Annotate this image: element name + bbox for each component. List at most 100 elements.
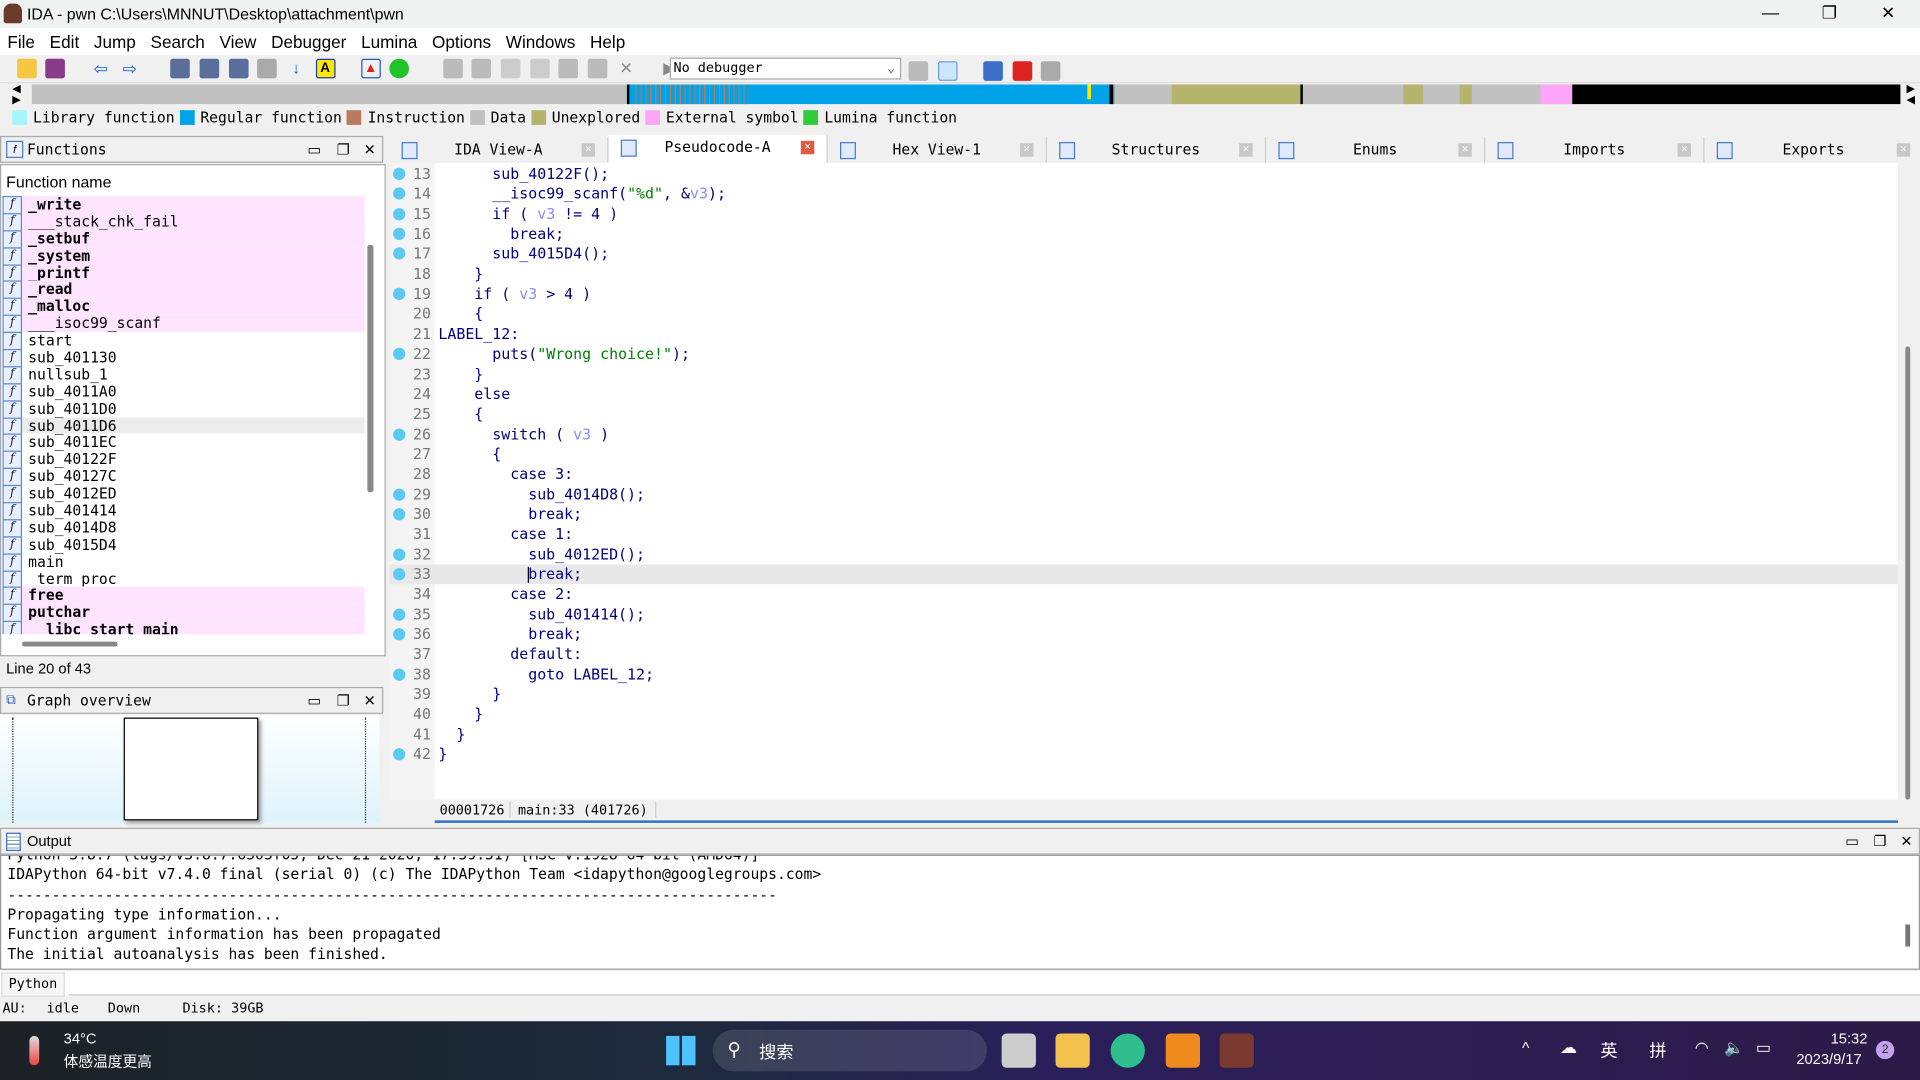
- float-icon[interactable]: ❐: [1873, 829, 1886, 853]
- breakpoint-dot-icon[interactable]: [393, 287, 406, 301]
- speaker-muted-icon[interactable]: 🔈: [1724, 1038, 1744, 1058]
- menu-search[interactable]: Search: [143, 28, 212, 52]
- breakpoint-dot-icon[interactable]: [393, 548, 406, 561]
- code-line[interactable]: 32 sub_4012ED();: [389, 544, 1898, 564]
- output-log[interactable]: Python 3.8.7 (tags/v3.8.7:6503f05, Dec 2…: [0, 854, 1920, 970]
- function-row[interactable]: f sub_4014D8: [2, 519, 364, 538]
- function-row[interactable]: f main: [2, 553, 364, 572]
- edge-dev-icon[interactable]: [1110, 1033, 1145, 1068]
- tab-close-icon[interactable]: ✕: [800, 140, 815, 155]
- code-line[interactable]: 17 sub_4015D4();: [389, 244, 1898, 264]
- maximize-icon[interactable]: ▭: [307, 688, 321, 712]
- function-row[interactable]: f _system: [2, 246, 365, 266]
- navigation-band[interactable]: [31, 84, 1901, 105]
- breakpoint-dot-icon[interactable]: [393, 608, 406, 621]
- close-icon[interactable]: ✕: [1900, 829, 1912, 853]
- tab-close-icon[interactable]: ✕: [1677, 143, 1692, 157]
- switch-debugger-icon[interactable]: [908, 61, 929, 81]
- code-line[interactable]: 16 break;: [389, 224, 1898, 244]
- breakpoint-dot-icon[interactable]: [393, 568, 406, 581]
- make-struct-icon[interactable]: [529, 58, 550, 79]
- code-line[interactable]: 27 {: [389, 444, 1898, 464]
- breakpoint-dot-icon[interactable]: [393, 187, 406, 201]
- code-line[interactable]: 36 break;: [389, 625, 1898, 645]
- function-row[interactable]: f _read: [2, 280, 365, 300]
- function-row[interactable]: f nullsub_1: [2, 366, 364, 385]
- function-row[interactable]: f _setbuf: [2, 229, 365, 249]
- close-icon[interactable]: ✕: [364, 137, 376, 161]
- code-line[interactable]: 19 if ( v3 > 4 ): [389, 284, 1898, 304]
- clock-date[interactable]: 2023/9/17: [1796, 1051, 1861, 1068]
- code-line[interactable]: 39 }: [389, 685, 1898, 705]
- minimize-button[interactable]: —: [1746, 2, 1795, 22]
- code-line[interactable]: 24 else: [389, 384, 1898, 404]
- attach-icon[interactable]: [937, 61, 958, 81]
- breakpoint-list-icon[interactable]: [983, 61, 1003, 81]
- code-line[interactable]: 35 sub_401414();: [389, 605, 1898, 625]
- notification-badge[interactable]: 2: [1875, 1040, 1895, 1060]
- tab-close-icon[interactable]: ✕: [1020, 143, 1034, 157]
- breakpoint-dot-icon[interactable]: [393, 347, 406, 361]
- breakpoint-dot-icon[interactable]: [393, 628, 406, 641]
- code-line[interactable]: 13 sub_40122F();: [389, 164, 1898, 184]
- code-line[interactable]: 31 case 1:: [389, 524, 1898, 544]
- close-button[interactable]: ✕: [1864, 2, 1913, 23]
- function-name-column-header[interactable]: Function name: [6, 173, 111, 191]
- breakpoint-dot-icon[interactable]: [393, 668, 406, 681]
- menu-jump[interactable]: Jump: [87, 28, 144, 52]
- breakpoint-dot-icon[interactable]: [393, 247, 406, 261]
- tab-imports[interactable]: Imports ✕: [1485, 137, 1705, 163]
- breakpoint-dot-icon[interactable]: [393, 207, 406, 221]
- function-row[interactable]: f putchar: [2, 604, 365, 623]
- python-command-input[interactable]: [68, 971, 1920, 996]
- binoculars-hex-icon[interactable]: [170, 58, 191, 79]
- close-icon[interactable]: ✕: [364, 688, 376, 712]
- ime-pinyin[interactable]: 拼: [1649, 1038, 1666, 1062]
- tab-hex-view-1[interactable]: Hex View-1 ✕: [827, 137, 1047, 163]
- graph-viewport[interactable]: [123, 717, 259, 821]
- maximize-icon[interactable]: ▭: [307, 137, 321, 161]
- maximize-icon[interactable]: ▭: [1845, 829, 1859, 853]
- menu-help[interactable]: Help: [583, 28, 633, 52]
- python-language-button[interactable]: Python: [1, 972, 65, 997]
- functions-horizontal-scrollbar[interactable]: [22, 641, 118, 647]
- binoculars-text-icon[interactable]: [199, 58, 220, 79]
- open-icon[interactable]: [16, 58, 37, 79]
- make-ascii-icon[interactable]: [500, 58, 521, 79]
- code-line[interactable]: 38 goto LABEL_12;: [389, 665, 1898, 685]
- make-array-icon[interactable]: [558, 58, 579, 79]
- code-line[interactable]: 28 case 3:: [389, 464, 1898, 484]
- breakpoint-dot-icon[interactable]: [393, 508, 406, 521]
- menu-view[interactable]: View: [212, 28, 264, 52]
- breakpoint-dot-icon[interactable]: [393, 748, 406, 761]
- code-line[interactable]: 42}: [389, 745, 1898, 765]
- app-icon[interactable]: [1165, 1033, 1201, 1068]
- code-line[interactable]: 20 {: [389, 304, 1898, 324]
- ida-taskbar-icon[interactable]: [1219, 1033, 1254, 1068]
- function-row[interactable]: f sub_4011EC: [2, 434, 364, 453]
- taskbar-search-box[interactable]: ⚲ 搜索: [712, 1029, 987, 1072]
- float-icon[interactable]: ❐: [337, 688, 350, 712]
- function-row[interactable]: f ___isoc99_scanf: [2, 314, 365, 334]
- function-row[interactable]: f __libc_start_main: [2, 621, 365, 635]
- chevron-up-icon[interactable]: ^: [1522, 1038, 1529, 1056]
- breakpoint-dot-icon[interactable]: [393, 167, 406, 181]
- function-row[interactable]: f _term_proc: [2, 570, 364, 589]
- menu-options[interactable]: Options: [425, 28, 499, 52]
- undefine-icon[interactable]: ✕: [616, 59, 636, 79]
- delete-breakpoint-icon[interactable]: [1040, 61, 1061, 81]
- tab-close-icon[interactable]: ✕: [581, 143, 596, 157]
- function-row[interactable]: f _printf: [2, 263, 365, 283]
- tab-close-icon[interactable]: ✕: [1458, 143, 1472, 157]
- analysis-icon[interactable]: ▲: [360, 58, 381, 79]
- pseudocode-view[interactable]: 13 sub_40122F(); 14 __isoc99_scanf("%d", …: [389, 162, 1898, 800]
- code-line[interactable]: 26 switch ( v3 ): [389, 424, 1898, 444]
- function-row[interactable]: f start: [2, 331, 364, 351]
- windows-start-icon[interactable]: [666, 1035, 696, 1066]
- code-line[interactable]: 40 }: [389, 705, 1898, 725]
- breakpoint-dot-icon[interactable]: [393, 227, 406, 241]
- function-row[interactable]: f sub_4015D4: [2, 536, 364, 555]
- restore-button[interactable]: ❐: [1805, 2, 1854, 23]
- code-line[interactable]: 21 LABEL_12:: [389, 324, 1898, 344]
- code-line[interactable]: 18 }: [389, 264, 1898, 284]
